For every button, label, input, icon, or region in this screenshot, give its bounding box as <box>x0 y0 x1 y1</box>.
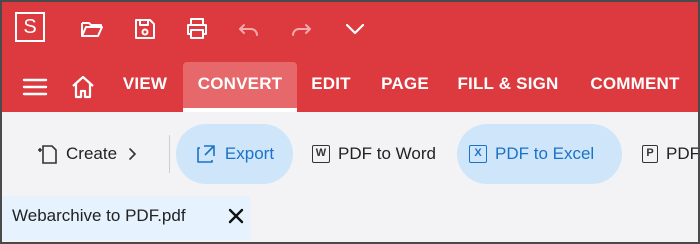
pdf-to-ppt-button[interactable]: P PDF <box>630 124 700 184</box>
chevron-right-icon <box>129 148 137 160</box>
title-bar: S <box>0 0 700 62</box>
undo-icon[interactable] <box>236 16 262 42</box>
document-tab[interactable]: Webarchive to PDF.pdf <box>0 196 250 240</box>
menu-convert[interactable]: CONVERT <box>183 62 297 112</box>
ppt-icon: P <box>642 145 658 163</box>
chevron-down-icon[interactable] <box>342 16 368 42</box>
close-tab-icon[interactable] <box>226 206 246 226</box>
pdf-to-word-label: PDF to Word <box>338 144 436 163</box>
export-icon <box>197 145 215 163</box>
redo-icon[interactable] <box>288 16 314 42</box>
menu-edit[interactable]: EDIT <box>302 62 360 112</box>
ribbon-toolbar: Create Export W PDF to Word X PDF to Exc… <box>0 112 700 196</box>
ribbon-divider <box>169 135 170 173</box>
excel-icon: X <box>469 145 487 163</box>
hamburger-menu-icon[interactable] <box>22 76 48 98</box>
document-tab-label: Webarchive to PDF.pdf <box>12 206 186 225</box>
export-button[interactable]: Export <box>176 124 293 184</box>
menu-comment[interactable]: COMMENT <box>580 62 690 112</box>
pdf-to-word-button[interactable]: W PDF to Word <box>300 124 450 184</box>
document-tab-strip: Webarchive to PDF.pdf <box>0 196 700 244</box>
create-label: Create <box>66 144 118 163</box>
word-icon: W <box>312 145 330 163</box>
save-icon[interactable] <box>132 16 158 42</box>
home-icon[interactable] <box>70 74 96 100</box>
pdf-to-ppt-label: PDF <box>666 144 700 163</box>
pdf-to-excel-label: PDF to Excel <box>495 144 595 163</box>
pdf-to-excel-button[interactable]: X PDF to Excel <box>457 124 622 184</box>
menu-fill-sign[interactable]: FILL & SIGN <box>451 62 565 112</box>
menu-page[interactable]: PAGE <box>373 62 437 112</box>
create-button[interactable]: Create <box>24 124 154 184</box>
menu-view[interactable]: VIEW <box>111 62 179 112</box>
app-logo: S <box>15 12 45 42</box>
create-doc-icon <box>38 145 57 164</box>
export-label: Export <box>224 144 275 163</box>
open-folder-icon[interactable] <box>79 16 105 42</box>
menu-bar: VIEW CONVERT EDIT PAGE FILL & SIGN COMME… <box>0 62 700 112</box>
print-icon[interactable] <box>184 16 210 42</box>
